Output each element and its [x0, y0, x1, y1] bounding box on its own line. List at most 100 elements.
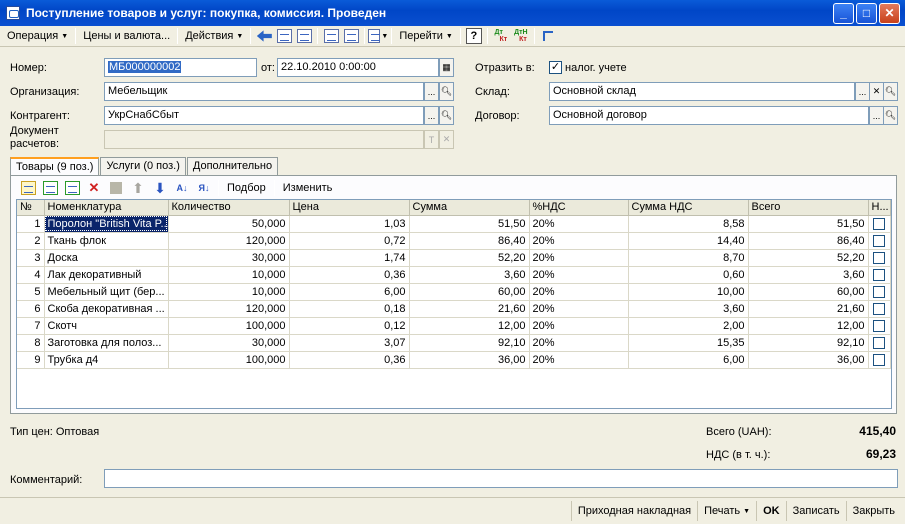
row-quantity[interactable]: 10,000 [168, 283, 290, 301]
move-down-button[interactable]: ⬇ [149, 178, 171, 198]
warehouse-open-button[interactable]: 🔍︎ [883, 82, 898, 101]
sort-desc-button[interactable]: Я↓ [193, 178, 215, 198]
save-button[interactable]: Записать [785, 501, 846, 521]
row-sum[interactable]: 21,60 [409, 300, 530, 318]
calendar-button[interactable]: ▦ [439, 58, 454, 77]
counterparty-field[interactable]: УкрСнабСбыт [104, 106, 424, 125]
print-menu-button[interactable]: Печать ▼ [697, 501, 756, 521]
row-flag-checkbox[interactable] [873, 336, 885, 349]
row-vat-rate[interactable]: 20% [529, 232, 629, 250]
row-quantity[interactable]: 120,000 [168, 232, 290, 250]
row-sum[interactable]: 60,00 [409, 283, 530, 301]
row-price[interactable]: 0,36 [289, 351, 410, 369]
change-button[interactable]: Изменить [278, 182, 338, 194]
col-header-number[interactable]: № [17, 200, 45, 216]
contract-select-button[interactable]: ... [869, 106, 884, 125]
row-vat-rate[interactable]: 20% [529, 283, 629, 301]
row-total[interactable]: 52,20 [748, 249, 869, 267]
row-number[interactable]: 5 [17, 283, 45, 301]
row-total[interactable]: 51,50 [748, 215, 869, 233]
row-vat-sum[interactable]: 14,40 [628, 232, 749, 250]
row-price[interactable]: 1,74 [289, 249, 410, 267]
row-number[interactable]: 1 [17, 215, 45, 233]
edit-form-button[interactable] [274, 27, 294, 46]
date-field[interactable]: 22.10.2010 0:00:00 [277, 58, 439, 77]
post-button[interactable] [321, 27, 341, 46]
row-sum[interactable]: 36,00 [409, 351, 530, 369]
tab-services[interactable]: Услуги (0 поз.) [100, 157, 186, 175]
row-price[interactable]: 1,03 [289, 215, 410, 233]
counterparty-select-button[interactable]: ... [424, 106, 439, 125]
selection-button[interactable]: Подбор [222, 182, 271, 194]
col-header-quantity[interactable]: Количество [168, 200, 290, 216]
row-nomenclature[interactable]: Доска [44, 249, 169, 267]
row-flag-checkbox[interactable] [873, 234, 885, 247]
move-up-button[interactable]: ⬆ [127, 178, 149, 198]
row-flag-checkbox[interactable] [873, 251, 885, 264]
table-row[interactable]: 3 Доска 30,000 1,74 52,20 20% 8,70 52,20 [17, 249, 891, 267]
row-number[interactable]: 9 [17, 351, 45, 369]
row-sum[interactable]: 51,50 [409, 215, 530, 233]
tax-accounting-checkbox[interactable]: ✓ [549, 61, 562, 74]
row-vat-sum[interactable]: 6,00 [628, 351, 749, 369]
edit-row-button[interactable] [61, 178, 83, 198]
row-vat-sum[interactable]: 10,00 [628, 283, 749, 301]
row-price[interactable]: 6,00 [289, 283, 410, 301]
accounting-entries-button[interactable]: Дт Кт [491, 27, 511, 46]
row-quantity[interactable]: 100,000 [168, 351, 290, 369]
row-nomenclature[interactable]: Заготовка для полоз... [44, 334, 169, 352]
structure-button[interactable] [538, 27, 558, 46]
row-price[interactable]: 0,12 [289, 317, 410, 335]
row-sum[interactable]: 86,40 [409, 232, 530, 250]
tab-additional[interactable]: Дополнительно [186, 157, 279, 175]
col-header-total[interactable]: Всего [748, 200, 869, 216]
actions-menu[interactable]: Действия ▼ [181, 27, 247, 46]
row-nomenclature[interactable]: Поролон "British Vita P... [44, 215, 169, 233]
row-sum[interactable]: 92,10 [409, 334, 530, 352]
warehouse-field[interactable]: Основной склад [549, 82, 855, 101]
row-total[interactable]: 3,60 [748, 266, 869, 284]
row-vat-rate[interactable]: 20% [529, 249, 629, 267]
receipt-invoice-button[interactable]: Приходная накладная [570, 501, 697, 521]
row-total[interactable]: 21,60 [748, 300, 869, 318]
col-header-sum[interactable]: Сумма [409, 200, 530, 216]
table-row[interactable]: 8 Заготовка для полоз... 30,000 3,07 92,10 20… [17, 334, 891, 352]
based-on-button[interactable]: ▼ [368, 27, 388, 46]
refresh-button[interactable] [294, 27, 314, 46]
row-vat-sum[interactable]: 3,60 [628, 300, 749, 318]
col-header-nomenclature[interactable]: Номенклатура [44, 200, 169, 216]
row-flag-checkbox[interactable] [873, 217, 885, 230]
add-row-button[interactable] [17, 178, 39, 198]
table-row[interactable]: 4 Лак декоративный 10,000 0,36 3,60 20% 0,60 3,… [17, 266, 891, 284]
row-flag-checkbox[interactable] [873, 353, 885, 366]
delete-row-button[interactable]: ✕ [83, 178, 105, 198]
go-back-button[interactable] [254, 27, 274, 46]
sort-asc-button[interactable]: A↓ [171, 178, 193, 198]
unpost-button[interactable] [341, 27, 361, 46]
row-price[interactable]: 0,36 [289, 266, 410, 284]
table-row[interactable]: 5 Мебельный щит (бер... 10,000 6,00 60,00 20%… [17, 283, 891, 301]
row-vat-rate[interactable]: 20% [529, 351, 629, 369]
row-nomenclature[interactable]: Лак декоративный [44, 266, 169, 284]
row-total[interactable]: 60,00 [748, 283, 869, 301]
minimize-button[interactable]: _ [833, 2, 854, 24]
goto-menu[interactable]: Перейти ▼ [395, 27, 457, 46]
row-quantity[interactable]: 50,000 [168, 215, 290, 233]
row-vat-rate[interactable]: 20% [529, 334, 629, 352]
row-price[interactable]: 0,18 [289, 300, 410, 318]
row-nomenclature[interactable]: Мебельный щит (бер... [44, 283, 169, 301]
row-number[interactable]: 8 [17, 334, 45, 352]
warehouse-select-button[interactable]: ... [855, 82, 870, 101]
settlement-type-button[interactable]: T [424, 130, 439, 149]
row-vat-sum[interactable]: 0,60 [628, 266, 749, 284]
row-number[interactable]: 7 [17, 317, 45, 335]
row-vat-sum[interactable]: 15,35 [628, 334, 749, 352]
table-row[interactable]: 2 Ткань флок 120,000 0,72 86,40 20% 14,40 86,40 [17, 232, 891, 250]
row-price[interactable]: 3,07 [289, 334, 410, 352]
row-sum[interactable]: 12,00 [409, 317, 530, 335]
row-number[interactable]: 4 [17, 266, 45, 284]
close-window-button[interactable]: ✕ [879, 2, 900, 24]
table-row[interactable]: 1 Поролон "British Vita P... 50,000 1,03 51,… [17, 215, 891, 233]
col-header-vat-rate[interactable]: %НДС [529, 200, 629, 216]
settlement-doc-field[interactable] [104, 130, 424, 149]
